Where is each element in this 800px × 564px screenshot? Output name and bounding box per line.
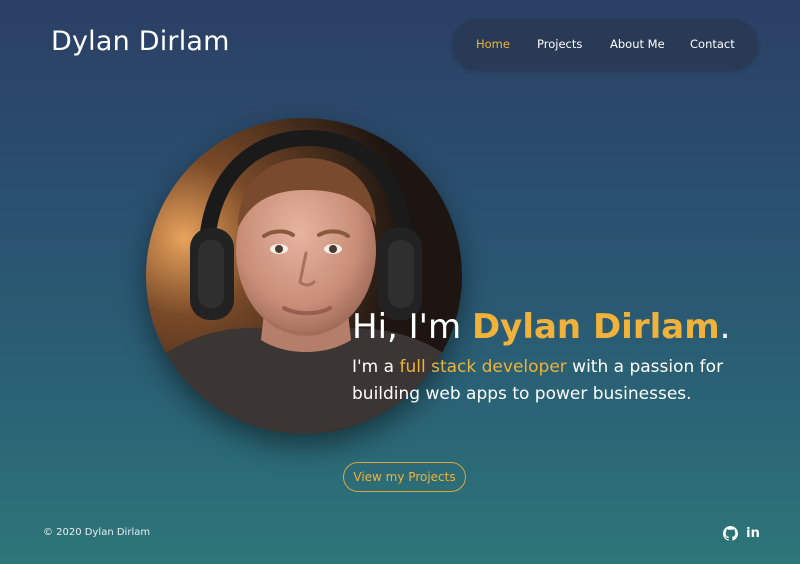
view-projects-button[interactable]: View my Projects	[343, 462, 466, 492]
github-icon[interactable]	[721, 524, 739, 542]
nav-projects[interactable]: Projects	[537, 37, 582, 51]
hero-heading-prefix: Hi, I'm	[352, 307, 472, 347]
hero-heading: Hi, I'm Dylan Dirlam.	[352, 305, 730, 349]
hero-subtitle: I'm a full stack developer with a passio…	[352, 354, 772, 408]
site-logo-text[interactable]: Dylan Dirlam	[51, 26, 230, 57]
hero-heading-suffix: .	[719, 307, 731, 347]
linkedin-icon[interactable]: in	[744, 524, 762, 542]
nav-home[interactable]: Home	[476, 37, 510, 51]
nav-about-me[interactable]: About Me	[610, 37, 665, 51]
nav-contact[interactable]: Contact	[690, 37, 735, 51]
main-nav: Home Projects About Me Contact	[452, 19, 758, 71]
footer-copyright: © 2020 Dylan Dirlam	[43, 527, 151, 538]
hero-heading-name: Dylan Dirlam	[471, 307, 720, 347]
hero-subtitle-pre: I'm a	[352, 357, 400, 377]
hero-subtitle-highlight: full stack developer	[399, 357, 567, 377]
